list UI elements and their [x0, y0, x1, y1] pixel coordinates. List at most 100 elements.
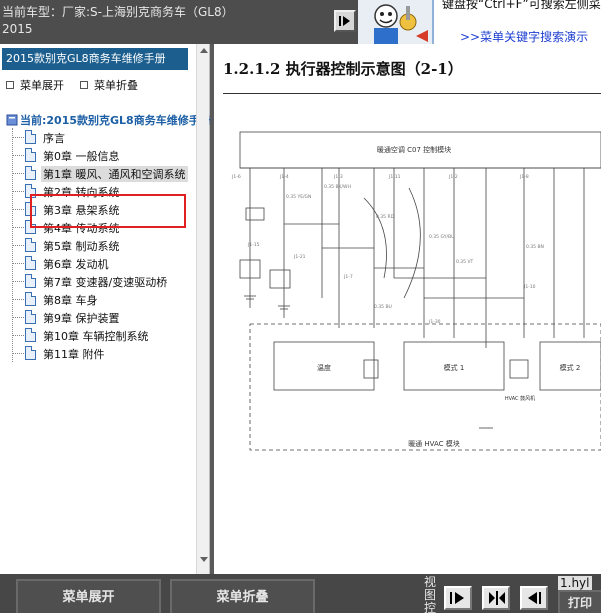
tree-dash [12, 299, 24, 300]
scroll-up-icon[interactable] [200, 48, 208, 53]
document-icon [25, 130, 36, 144]
document-icon [25, 310, 36, 324]
tree-item-chapter-0[interactable]: 第0章 一般信息 [12, 146, 202, 164]
tree-item-label: 第11章 附件 [43, 348, 105, 361]
sidebar-scrollbar[interactable] [196, 44, 209, 574]
tree-dash [12, 317, 24, 318]
svg-text:J1-30: J1-30 [428, 319, 441, 325]
title-divider [223, 93, 601, 94]
tree-item-chapter-5[interactable]: 第5章 制动系统 [12, 236, 202, 254]
file-name-label: 1.hyl [558, 576, 592, 590]
temperature-box-label: 温度 [317, 363, 331, 372]
arrow-left-bar-icon [528, 592, 541, 604]
svg-text:J1-15: J1-15 [247, 242, 260, 248]
svg-text:J1-7: J1-7 [343, 274, 353, 280]
arrow-right-bar-icon [450, 592, 464, 604]
tree-item-chapter-1[interactable]: 第1章 暖风、通风和空调系统 [12, 164, 202, 182]
tree-item-chapter-11[interactable]: 第11章 附件 [12, 344, 202, 362]
tree-item-label: 第7章 变速器/变速驱动桥 [43, 276, 168, 289]
document-icon [25, 238, 36, 252]
mode-1-box-label: 模式 1 [444, 363, 465, 372]
tree-dash [12, 155, 24, 156]
tree-item-chapter-8[interactable]: 第8章 车身 [12, 290, 202, 308]
tree-dash [12, 209, 24, 210]
svg-text:0.35 GY/BU: 0.35 GY/BU [429, 234, 454, 240]
svg-text:J1-8: J1-8 [519, 174, 529, 180]
svg-text:0.35 YE/GN: 0.35 YE/GN [286, 194, 311, 200]
tree-item-label: 第5章 制动系统 [43, 240, 120, 253]
svg-text:J1-21: J1-21 [293, 254, 306, 260]
sidebar-collapse-link[interactable]: 菜单折叠 [80, 77, 138, 93]
section-title: 1.2.1.2 执行器控制示意图（2-1） [223, 60, 463, 78]
car-year-label: 2015 [2, 22, 33, 36]
tree-dash [12, 245, 24, 246]
svg-text:J1-4: J1-4 [279, 174, 289, 180]
svg-text:0.35 BU: 0.35 BU [374, 304, 392, 310]
document-icon [25, 274, 36, 288]
tree-dash [12, 335, 24, 336]
manual-title[interactable]: 2015款别克GL8商务车维修手册 [2, 48, 188, 70]
selection-highlight [30, 194, 186, 228]
scroll-down-icon[interactable] [200, 557, 208, 562]
svg-text:J1-6: J1-6 [231, 174, 241, 180]
app-window: 当前车型：厂家:S-上海别克商务车（GL8） 2015 键盘按“Ctrl+F”可… [0, 0, 601, 613]
sidebar-collapse-label: 菜单折叠 [94, 79, 138, 92]
current-manual-label: 当前:2015款别克GL8商务车维修手册 [20, 114, 211, 127]
view-control-label: 视图控 [424, 575, 437, 613]
car-model-label: 当前车型：厂家:S-上海别克商务车（GL8） [2, 5, 234, 19]
tree-item-chapter-10[interactable]: 第10章 车辆控制系统 [12, 326, 202, 344]
blower-label: HVAC 鼓风机 [505, 395, 535, 402]
tree-item-label: 第0章 一般信息 [43, 150, 120, 163]
expand-box-icon [6, 81, 14, 89]
tree-item-label: 第8章 车身 [43, 294, 98, 307]
tree-dash [12, 191, 24, 192]
sidebar-toggle-button[interactable] [334, 10, 356, 32]
tree-item-preface[interactable]: 序言 [12, 128, 202, 146]
split-arrows-icon [489, 591, 505, 605]
expand-menu-button[interactable]: 菜单展开 [16, 579, 161, 613]
book-icon [6, 114, 18, 126]
search-tip-panel: 键盘按“Ctrl+F”可搜索左侧菜单关键字！ >>菜单关键字搜索演示 [432, 0, 601, 44]
mode-2-box-label: 模式 2 [560, 363, 581, 372]
print-button[interactable]: 打印 [558, 590, 601, 613]
split-view-button[interactable] [482, 586, 510, 610]
svg-text:0.35 BK/WH: 0.35 BK/WH [324, 184, 351, 190]
document-icon [25, 292, 36, 306]
document-view: 1.2.1.2 执行器控制示意图（2-1） 暖通空调 C07 控制模块 温度 模… [214, 44, 601, 574]
current-manual-node[interactable]: 当前:2015款别克GL8商务车维修手册 [6, 112, 211, 128]
document-icon [25, 148, 36, 162]
mascot-icon [358, 0, 432, 44]
tree-dash [12, 263, 24, 264]
actuator-wiring-diagram: 暖通空调 C07 控制模块 温度 模式 1 模式 2 暖通 HVAC 模块 HV… [231, 131, 601, 451]
tree-item-label: 第6章 发动机 [43, 258, 109, 271]
tree-item-label: 第9章 保护装置 [43, 312, 120, 325]
document-icon [25, 346, 36, 360]
collapse-box-icon [80, 81, 88, 89]
svg-text:J1-2: J1-2 [448, 174, 458, 180]
control-module-label: 暖通空调 C07 控制模块 [377, 145, 451, 154]
hvac-module-label: 暖通 HVAC 模块 [408, 439, 460, 448]
search-tip-text: 键盘按“Ctrl+F”可搜索左侧菜单关键字！ [442, 0, 601, 11]
tree-item-chapter-7[interactable]: 第7章 变速器/变速驱动桥 [12, 272, 202, 290]
tree-dash [12, 137, 24, 138]
search-demo-link[interactable]: >>菜单关键字搜索演示 [460, 28, 588, 45]
sidebar-expand-link[interactable]: 菜单展开 [6, 77, 64, 93]
tree-item-chapter-6[interactable]: 第6章 发动机 [12, 254, 202, 272]
tree-dash [12, 281, 24, 282]
tree-item-label: 序言 [43, 132, 65, 145]
svg-text:0.35 BN: 0.35 BN [526, 244, 544, 250]
svg-text:J1-10: J1-10 [523, 284, 536, 290]
tree-item-label: 第1章 暖风、通风和空调系统 [41, 166, 188, 182]
hide-sidebar-button[interactable] [520, 586, 548, 610]
tree-dash [12, 173, 24, 174]
document-icon [25, 256, 36, 270]
document-icon [25, 328, 36, 342]
svg-text:0.35 RD: 0.35 RD [376, 214, 395, 220]
sidebar: 2015款别克GL8商务车维修手册 菜单展开 菜单折叠 当前:2015款别克GL… [0, 44, 211, 574]
tree-item-chapter-9[interactable]: 第9章 保护装置 [12, 308, 202, 326]
tree-dash [12, 353, 24, 354]
collapse-menu-button[interactable]: 菜单折叠 [170, 579, 315, 613]
svg-text:J1-11: J1-11 [388, 174, 401, 180]
show-sidebar-button[interactable] [444, 586, 472, 610]
top-bar: 当前车型：厂家:S-上海别克商务车（GL8） 2015 键盘按“Ctrl+F”可… [0, 0, 601, 44]
